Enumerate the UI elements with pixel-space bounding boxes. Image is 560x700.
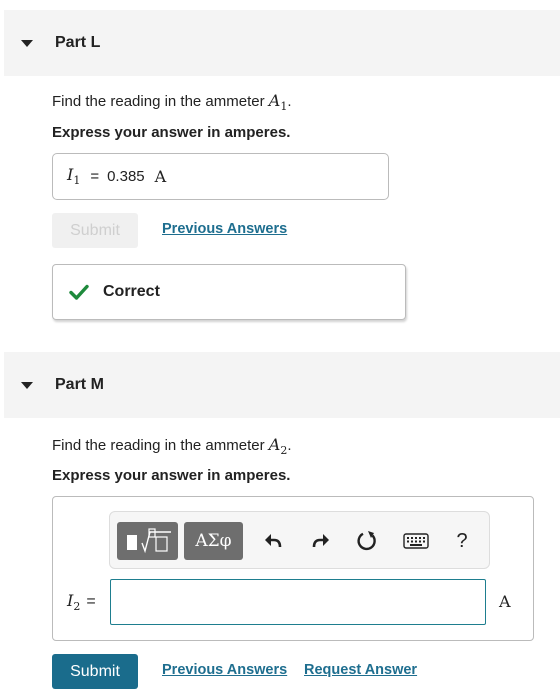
part-l-answer-display: I1 = 0.385 A [52, 153, 389, 200]
templates-icon [126, 528, 171, 554]
checkmark-icon [69, 284, 89, 300]
part-m-instruction: Express your answer in amperes. [52, 467, 291, 484]
part-l-prompt: Find the reading in the ammeter A1. [52, 91, 292, 114]
redo-icon [312, 534, 329, 548]
part-m-header[interactable]: Part M [4, 352, 560, 418]
answer-unit: A [499, 592, 511, 611]
answer-variable: I1 [67, 165, 81, 188]
part-l-submit-button: Submit [52, 213, 138, 248]
ammeter-symbol: A1 [268, 91, 288, 114]
answer-value: 0.385 [107, 168, 145, 185]
reset-icon [357, 531, 376, 551]
part-l-header[interactable]: Part L [4, 10, 560, 76]
math-toolbar: ΑΣφ ? [109, 511, 490, 569]
undo-icon [265, 534, 282, 548]
answer-editor: ΑΣφ ? I2 = A [52, 496, 534, 641]
reset-button[interactable] [352, 526, 382, 556]
part-m-title: Part M [55, 376, 104, 393]
greek-symbols-icon: ΑΣφ [195, 531, 232, 551]
part-m-submit-button[interactable]: Submit [52, 654, 138, 689]
prompt-text: Find the reading in the ammeter [52, 93, 265, 110]
answer-input[interactable] [110, 579, 486, 625]
help-icon: ? [456, 529, 468, 552]
keyboard-button[interactable] [399, 526, 433, 556]
part-m-prompt: Find the reading in the ammeter A2. [52, 435, 292, 458]
answer-unit: A [154, 167, 167, 186]
part-l-instruction: Express your answer in amperes. [52, 124, 291, 141]
prompt-text: Find the reading in the ammeter [52, 437, 265, 454]
greek-symbols-button[interactable]: ΑΣφ [184, 522, 243, 560]
redo-button[interactable] [306, 526, 336, 556]
collapse-caret-icon[interactable] [21, 381, 33, 389]
templates-button[interactable] [117, 522, 178, 560]
request-answer-link[interactable]: Request Answer [304, 662, 417, 678]
undo-button[interactable] [258, 526, 288, 556]
part-m-previous-answers-link[interactable]: Previous Answers [162, 662, 287, 678]
feedback-label: Correct [103, 283, 160, 300]
help-button[interactable]: ? [447, 526, 477, 556]
equals-sign: = [90, 168, 100, 185]
part-l-previous-answers-link[interactable]: Previous Answers [162, 221, 287, 237]
collapse-caret-icon[interactable] [21, 39, 33, 47]
part-l-title: Part L [55, 34, 101, 51]
correct-feedback: Correct [52, 264, 406, 320]
answer-variable-label: I2 = [67, 591, 96, 614]
keyboard-icon [403, 533, 429, 549]
ammeter-symbol: A2 [268, 435, 288, 458]
